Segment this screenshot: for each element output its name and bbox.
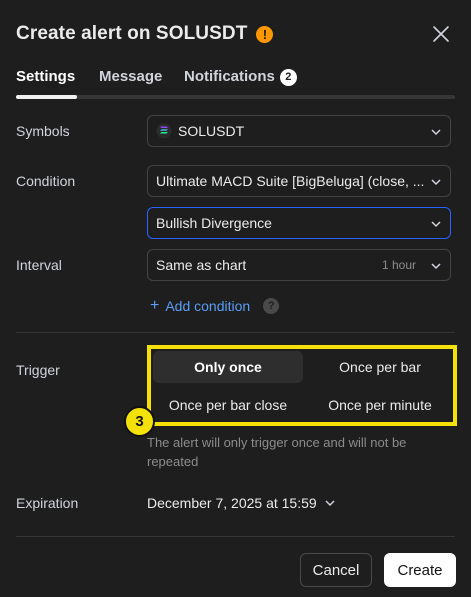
tab-notifications[interactable]: Notifications 2 — [184, 68, 297, 86]
symbols-select[interactable]: SOLUSDT — [147, 115, 451, 147]
interval-select[interactable]: Same as chart 1 hour — [147, 249, 451, 281]
chevron-down-icon — [431, 179, 441, 186]
interval-value: Same as chart — [156, 257, 247, 273]
condition-signal-value: Bullish Divergence — [156, 215, 272, 231]
trigger-highlight-box: Only once Once per bar Once per bar clos… — [147, 345, 457, 426]
section-divider — [16, 332, 455, 333]
trigger-option-once-per-minute[interactable]: Once per minute — [305, 389, 455, 421]
tab-bar: Settings Message Notifications 2 — [16, 68, 455, 99]
cancel-button[interactable]: Cancel — [300, 553, 372, 587]
add-condition-label: Add condition — [165, 298, 251, 314]
footer-divider — [16, 536, 455, 537]
chevron-down-icon — [431, 129, 441, 136]
interval-hint: 1 hour — [381, 258, 416, 272]
expiration-value: December 7, 2025 at 15:59 — [147, 495, 317, 511]
solana-icon — [156, 123, 172, 139]
create-button[interactable]: Create — [384, 553, 456, 587]
symbols-label: Symbols — [16, 123, 70, 139]
tab-notifications-label: Notifications — [184, 68, 275, 85]
trigger-description: The alert will only trigger once and wil… — [147, 435, 407, 469]
trigger-option-once-per-bar[interactable]: Once per bar — [305, 351, 455, 383]
notifications-count-badge: 2 — [279, 68, 297, 86]
expiration-picker[interactable]: December 7, 2025 at 15:59 — [147, 495, 336, 511]
help-icon[interactable]: ? — [263, 298, 280, 314]
symbols-value: SOLUSDT — [178, 123, 245, 139]
expiration-label: Expiration — [16, 495, 79, 511]
tab-settings[interactable]: Settings — [16, 68, 75, 85]
dialog-title: Create alert on SOLUSDT — [16, 23, 248, 44]
close-icon[interactable] — [431, 24, 451, 44]
create-alert-dialog: Create alert on SOLUSDT ! Settings Messa… — [0, 0, 471, 597]
interval-label: Interval — [16, 257, 62, 273]
tab-track — [16, 95, 455, 99]
condition-indicator-select[interactable]: Ultimate MACD Suite [BigBeluga] (close, … — [147, 165, 451, 197]
trigger-option-only-once[interactable]: Only once — [153, 351, 303, 383]
trigger-label: Trigger — [16, 362, 60, 378]
tab-message[interactable]: Message — [99, 68, 162, 85]
condition-label: Condition — [16, 173, 76, 189]
chevron-down-icon — [431, 263, 441, 270]
condition-signal-select[interactable]: Bullish Divergence — [147, 207, 451, 239]
chevron-down-icon — [431, 221, 441, 228]
trigger-option-once-per-bar-close[interactable]: Once per bar close — [153, 389, 303, 421]
warning-glyph: ! — [262, 26, 268, 42]
condition-indicator-value: Ultimate MACD Suite [BigBeluga] (close, … — [156, 173, 425, 189]
add-condition-button[interactable]: + Add condition ? — [150, 297, 280, 314]
dialog-header: Create alert on SOLUSDT ! — [16, 20, 455, 48]
tab-active-indicator — [16, 95, 77, 99]
plus-icon: + — [150, 297, 160, 314]
warning-icon[interactable]: ! — [256, 25, 274, 43]
chevron-down-icon — [325, 500, 335, 507]
